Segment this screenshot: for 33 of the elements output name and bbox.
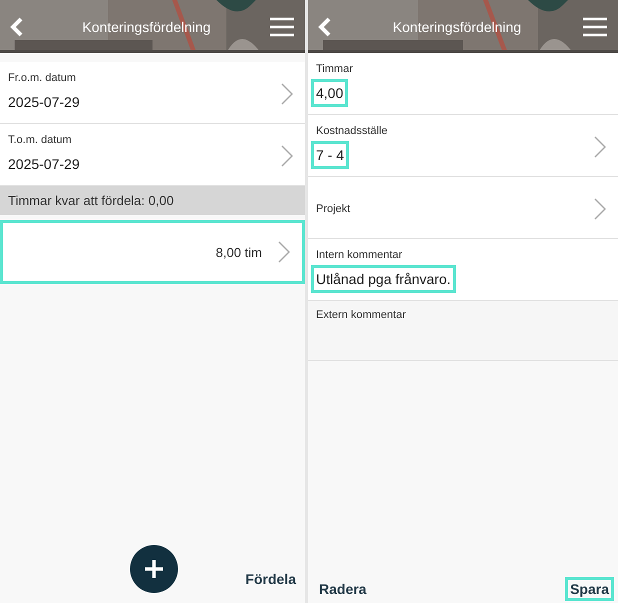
hours-value: 8,00 tim bbox=[216, 244, 262, 260]
primary-button[interactable]: Spara bbox=[565, 577, 614, 601]
field-value: 4,00 bbox=[311, 78, 348, 106]
input-field[interactable]: Intern kommentar Utlånad pga frånvaro. bbox=[308, 239, 618, 301]
field-label: Fr.o.m. datum bbox=[8, 72, 76, 84]
field-label: Extern kommentar bbox=[315, 308, 407, 323]
add-button[interactable] bbox=[130, 545, 178, 593]
secondary-button[interactable]: Radera bbox=[314, 577, 372, 601]
select-row[interactable]: Fr.o.m. datum 2025-07-29 bbox=[0, 62, 305, 124]
field-label: Intern kommentar bbox=[316, 248, 402, 260]
field-label: Projekt bbox=[315, 202, 352, 216]
screen-title: Konteringsfördelning bbox=[392, 18, 522, 34]
input-field[interactable]: Timmar 4,00 bbox=[308, 53, 618, 115]
summary-bar: Timmar kvar att fördela: 0,00 bbox=[0, 186, 305, 215]
select-row[interactable]: T.o.m. datum 2025-07-29 bbox=[0, 124, 305, 186]
field-value: Utlånad pga frånvaro. bbox=[311, 264, 456, 292]
screen-title: Konteringsfördelning bbox=[82, 18, 211, 34]
chevron-icon bbox=[281, 144, 293, 166]
field-label: Kostnadsställe bbox=[316, 124, 388, 136]
select-row[interactable]: Projekt bbox=[308, 177, 618, 239]
plus-icon bbox=[142, 558, 164, 580]
allocation-row[interactable]: 8,00 tim bbox=[0, 220, 305, 284]
select-row[interactable]: Kostnadsställe 7 - 4 bbox=[308, 115, 618, 177]
field-value: 7 - 4 bbox=[311, 140, 350, 168]
field-label: Timmar bbox=[316, 62, 353, 74]
field-value: 2025-07-29 bbox=[7, 92, 81, 112]
field-label: T.o.m. datum bbox=[8, 134, 72, 146]
chevron-icon bbox=[278, 241, 290, 263]
field-value: 2025-07-29 bbox=[7, 154, 81, 174]
primary-button[interactable]: Fördela bbox=[240, 567, 301, 591]
chevron-icon bbox=[594, 198, 606, 220]
chevron-icon bbox=[594, 136, 606, 158]
chevron-icon bbox=[281, 82, 293, 104]
